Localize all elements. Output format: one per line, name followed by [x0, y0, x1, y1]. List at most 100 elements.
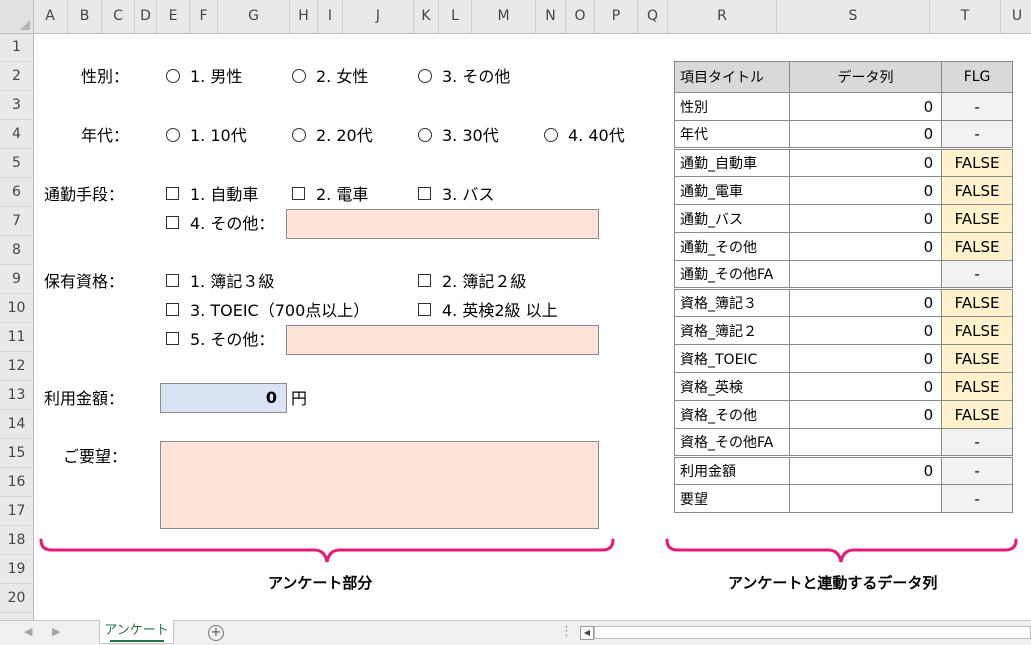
column-header[interactable]: G — [218, 0, 290, 33]
age-option-3[interactable]: 3. 30代 — [418, 125, 499, 147]
row-value[interactable] — [788, 260, 943, 289]
row-title[interactable]: 年代 — [674, 120, 790, 149]
row-value[interactable]: 0 — [788, 372, 943, 401]
row-flg[interactable]: FALSE — [941, 147, 1013, 177]
row-header[interactable]: 4 — [0, 120, 33, 149]
row-flg[interactable]: FALSE — [941, 287, 1013, 317]
prev-sheet-icon[interactable]: ◀ — [24, 625, 32, 638]
row-value[interactable] — [788, 428, 943, 457]
select-all-corner[interactable] — [0, 0, 34, 34]
row-flg[interactable]: FALSE — [941, 344, 1013, 373]
column-header[interactable]: C — [102, 0, 135, 33]
row-flg[interactable]: FALSE — [941, 204, 1013, 233]
row-header[interactable]: 9 — [0, 265, 33, 294]
row-header[interactable]: 14 — [0, 410, 33, 439]
column-header[interactable]: A — [33, 0, 68, 33]
row-flg[interactable]: - — [941, 92, 1013, 121]
row-title[interactable]: 資格_簿記３ — [674, 287, 790, 317]
column-header[interactable]: L — [439, 0, 472, 33]
row-flg[interactable]: - — [941, 120, 1013, 149]
column-header[interactable]: B — [68, 0, 102, 33]
column-header[interactable]: I — [318, 0, 343, 33]
row-header[interactable]: 12 — [0, 352, 33, 381]
row-value[interactable]: 0 — [788, 92, 943, 121]
row-header[interactable]: 8 — [0, 236, 33, 265]
column-header[interactable]: T — [930, 0, 1001, 33]
age-option-2[interactable]: 2. 20代 — [292, 125, 373, 147]
column-header[interactable]: D — [135, 0, 157, 33]
column-header[interactable]: O — [566, 0, 595, 33]
row-flg[interactable]: FALSE — [941, 400, 1013, 429]
qual-option-toeic[interactable]: 3. TOEIC（700点以上） — [166, 300, 369, 322]
row-header[interactable]: 16 — [0, 468, 33, 497]
row-flg[interactable]: - — [941, 455, 1013, 485]
row-header[interactable]: 13 — [0, 381, 33, 410]
row-title[interactable]: 利用金額 — [674, 455, 790, 485]
row-header[interactable]: 11 — [0, 323, 33, 352]
qual-option-boki3[interactable]: 1. 簿記３級 — [166, 271, 274, 293]
row-header[interactable]: 6 — [0, 178, 33, 207]
column-header[interactable]: M — [472, 0, 536, 33]
row-title[interactable]: 資格_その他 — [674, 400, 790, 429]
row-header[interactable]: 15 — [0, 439, 33, 468]
row-header[interactable]: 2 — [0, 62, 33, 91]
row-title[interactable]: 通勤_その他 — [674, 232, 790, 261]
row-title[interactable]: 資格_TOEIC — [674, 344, 790, 373]
row-value[interactable]: 0 — [788, 400, 943, 429]
column-header[interactable]: P — [595, 0, 638, 33]
row-flg[interactable]: FALSE — [941, 372, 1013, 401]
column-header[interactable]: K — [414, 0, 439, 33]
row-value[interactable]: 0 — [788, 455, 943, 485]
column-header[interactable]: R — [668, 0, 777, 33]
column-header[interactable]: Q — [638, 0, 668, 33]
request-input[interactable] — [160, 441, 599, 529]
row-value[interactable]: 0 — [788, 287, 943, 317]
row-title[interactable]: 資格_簿記２ — [674, 316, 790, 345]
commute-option-bus[interactable]: 3. バス — [418, 184, 494, 206]
row-header[interactable]: 20 — [0, 584, 33, 613]
column-header[interactable]: U — [1001, 0, 1031, 33]
row-value[interactable] — [788, 484, 943, 513]
column-header[interactable]: H — [290, 0, 318, 33]
row-header[interactable]: 19 — [0, 555, 33, 584]
column-header[interactable]: E — [157, 0, 190, 33]
age-option-4[interactable]: 4. 40代 — [544, 125, 625, 147]
column-header[interactable]: S — [777, 0, 930, 33]
commute-option-other[interactable]: 4. その他： — [166, 213, 274, 235]
row-flg[interactable]: FALSE — [941, 316, 1013, 345]
qual-other-input[interactable] — [286, 325, 599, 355]
row-header[interactable]: 10 — [0, 294, 33, 323]
row-title[interactable]: 通勤_バス — [674, 204, 790, 233]
age-option-1[interactable]: 1. 10代 — [166, 125, 247, 147]
commute-option-train[interactable]: 2. 電車 — [292, 184, 368, 206]
row-flg[interactable]: FALSE — [941, 232, 1013, 261]
tab-splitter-icon[interactable]: ⋮ — [560, 624, 573, 639]
row-header[interactable]: 7 — [0, 207, 33, 236]
column-header[interactable]: N — [536, 0, 566, 33]
row-value[interactable]: 0 — [788, 316, 943, 345]
row-title[interactable]: 資格_英検 — [674, 372, 790, 401]
next-sheet-icon[interactable]: ▶ — [52, 625, 60, 638]
gender-option-1[interactable]: 1. 男性 — [166, 66, 242, 88]
qual-option-eiken[interactable]: 4. 英検2級 以上 — [418, 300, 558, 322]
row-header[interactable]: 3 — [0, 91, 33, 120]
row-flg[interactable]: - — [941, 260, 1013, 289]
row-header[interactable]: 5 — [0, 149, 33, 178]
row-title[interactable]: 性別 — [674, 92, 790, 121]
gender-option-3[interactable]: 3. その他 — [418, 66, 510, 88]
row-value[interactable]: 0 — [788, 147, 943, 177]
commute-option-car[interactable]: 1. 自動車 — [166, 184, 258, 206]
row-value[interactable]: 0 — [788, 232, 943, 261]
row-flg[interactable]: - — [941, 428, 1013, 457]
row-header[interactable]: 1 — [0, 33, 33, 62]
row-flg[interactable]: FALSE — [941, 176, 1013, 205]
row-flg[interactable]: - — [941, 484, 1013, 513]
row-title[interactable]: 要望 — [674, 484, 790, 513]
qual-option-other[interactable]: 5. その他： — [166, 329, 274, 351]
column-header[interactable]: J — [343, 0, 414, 33]
add-sheet-icon[interactable]: + — [208, 625, 224, 641]
amount-input[interactable]: 0 — [160, 383, 287, 413]
row-title[interactable]: 通勤_自動車 — [674, 147, 790, 177]
row-value[interactable]: 0 — [788, 176, 943, 205]
horizontal-scrollbar[interactable] — [594, 626, 1031, 639]
